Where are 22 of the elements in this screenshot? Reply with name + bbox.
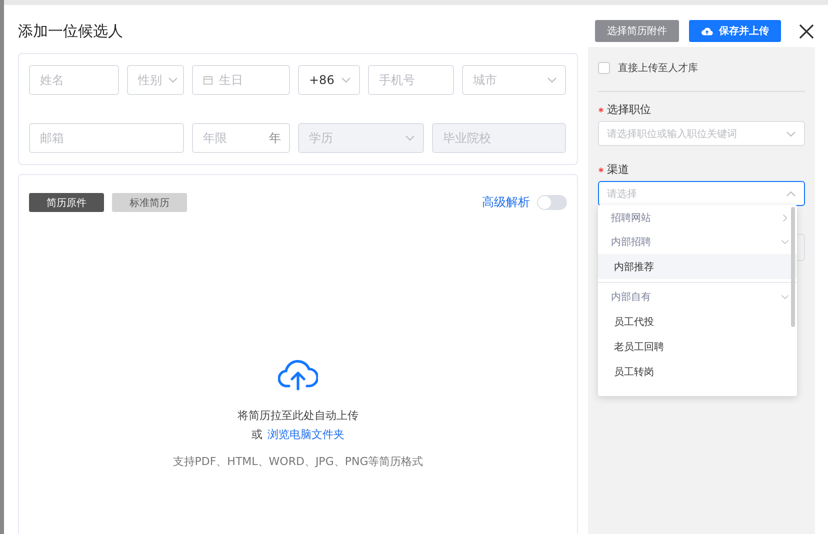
resume-tab[interactable]: 简历原件 xyxy=(29,193,104,212)
formats-text: 支持PDF、HTML、WORD、JPG、PNG等简历格式 xyxy=(172,454,424,469)
choose-attachment-button[interactable]: 选择简历附件 xyxy=(595,20,679,42)
drop-hint-text: 将简历拉至此处自动上传 xyxy=(238,408,358,423)
advanced-parse-label: 高级解析 xyxy=(482,194,530,211)
checkbox-label: 直接上传至人才库 xyxy=(618,62,698,75)
or-text: 或 xyxy=(252,427,262,442)
dropdown-group[interactable]: 招聘网站 xyxy=(598,206,797,230)
save-upload-button[interactable]: 保存并上传 xyxy=(689,20,781,42)
input-field[interactable]: 年限 年 xyxy=(192,123,290,153)
dropdown-group[interactable]: 内部招聘 xyxy=(598,230,797,254)
dropdown-option[interactable]: 员工转岗 xyxy=(598,359,797,384)
dropdown-option[interactable]: 员工代投 xyxy=(598,309,797,334)
dropdown-option[interactable]: 老员工回聘 xyxy=(598,334,797,359)
field-label: 渠道 xyxy=(607,162,629,177)
browse-folder-link[interactable]: 浏览电脑文件夹 xyxy=(268,427,344,442)
resume-tab[interactable]: 标准简历 xyxy=(112,193,187,212)
dialog-title: 添加一位候选人 xyxy=(18,22,123,40)
dropdown-option[interactable]: 内部推荐 xyxy=(598,254,797,279)
field-label: 选择职位 xyxy=(607,102,651,117)
input-field[interactable]: +86 xyxy=(298,65,360,95)
dropdown-group[interactable]: 内部自有 xyxy=(598,285,797,309)
